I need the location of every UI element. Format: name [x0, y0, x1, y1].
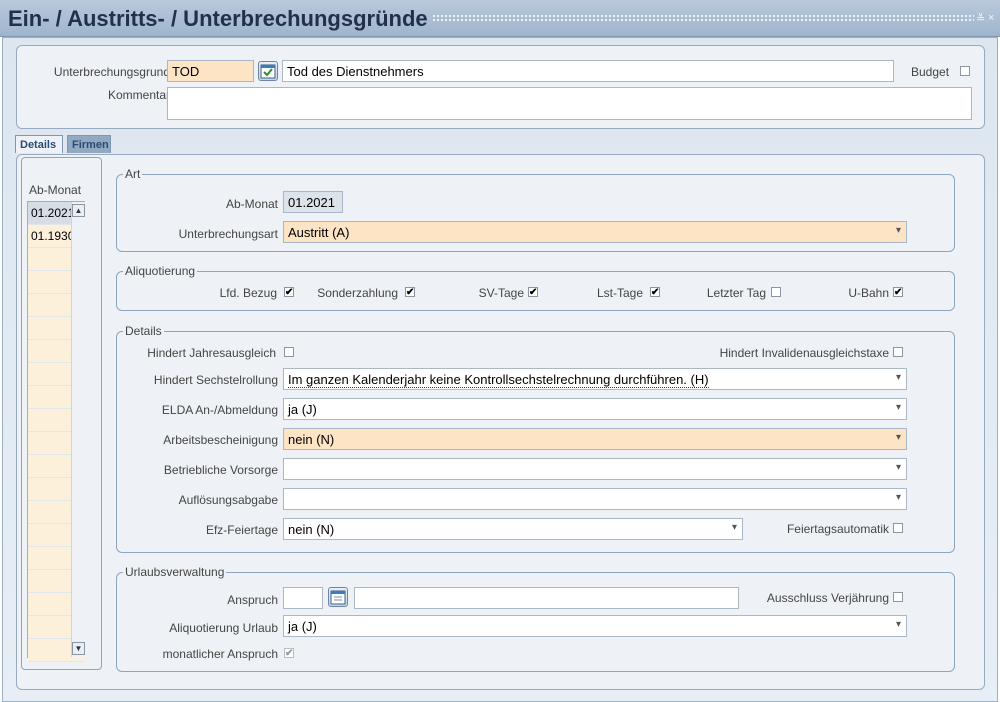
kommentar-field[interactable]	[167, 87, 972, 120]
aliquotierung-urlaub-label: Aliquotierung Urlaub	[169, 621, 278, 635]
letzter-tag-label: Letzter Tag	[706, 286, 766, 300]
anspruch-label: Anspruch	[227, 593, 278, 607]
sonderzahlung-checkbox[interactable]	[405, 287, 415, 297]
unterbrechungsgrund-label: Unterbrechungsgrund	[53, 65, 170, 79]
close-icon[interactable]: ×	[988, 12, 994, 24]
anspruch-field[interactable]	[283, 587, 323, 609]
month-list-panel: Ab-Monat 01.2021 01.1930 ▲ ▼	[21, 157, 102, 670]
lfd-bezug-checkbox[interactable]	[284, 287, 294, 297]
aliquotierung-legend: Aliquotierung	[123, 264, 198, 278]
u-bahn-label: U-Bahn	[848, 286, 889, 300]
art-legend: Art	[123, 167, 143, 181]
lst-tage-label: Lst-Tage	[596, 286, 643, 300]
hindert-invalidenausgleichstaxe-label: Hindert Invalidenausgleichstaxe	[719, 346, 889, 360]
calendar-icon	[330, 590, 346, 605]
aliquotierung-group: Aliquotierung Lfd. Bezug Sonderzahlung S…	[116, 264, 955, 311]
page-title: Ein- / Austritts- / Unterbrechungsgründe	[8, 6, 428, 31]
details-legend: Details	[123, 324, 164, 338]
window-body: Unterbrechungsgrund TOD Tod des Dienstne…	[2, 37, 998, 702]
lookup-button[interactable]	[258, 61, 278, 81]
sonderzahlung-label: Sonderzahlung	[317, 286, 398, 300]
unterbrechungsart-label: Unterbrechungsart	[178, 227, 278, 241]
aufloesungsabgabe-label: Auflösungsabgabe	[178, 493, 278, 507]
aufloesungsabgabe-select[interactable]	[283, 488, 907, 510]
lfd-bezug-label: Lfd. Bezug	[219, 286, 277, 300]
urlaubsverwaltung-legend: Urlaubsverwaltung	[123, 565, 227, 579]
calendar-button[interactable]	[328, 587, 348, 607]
hindert-jahresausgleich-checkbox[interactable]	[284, 347, 294, 357]
monatlicher-anspruch-label: monatlicher Anspruch	[162, 647, 278, 661]
arbeitsbescheinigung-select[interactable]: nein (N)	[283, 428, 907, 450]
efz-feiertage-select[interactable]: nein (N)	[283, 518, 743, 540]
betriebliche-vorsorge-label: Betriebliche Vorsorge	[163, 463, 278, 477]
elda-select[interactable]: ja (J)	[283, 398, 907, 420]
title-bar-grip[interactable]	[432, 14, 974, 22]
details-group: Details Hindert Jahresausgleich Hindert …	[116, 324, 955, 553]
art-group: Art Ab-Monat 01.2021 Unterbrechungsart A…	[116, 167, 955, 252]
month-list-header: Ab-Monat	[29, 183, 82, 197]
month-list-scrollbar[interactable]: ▲ ▼	[71, 202, 85, 657]
ab-monat-field: 01.2021	[283, 191, 343, 213]
anspruch-text-field[interactable]	[354, 587, 739, 609]
calendar-check-icon	[260, 64, 276, 79]
hindert-invalidenausgleichstaxe-checkbox[interactable]	[893, 347, 903, 357]
budget-label: Budget	[911, 65, 950, 79]
elda-label: ELDA An-/Abmeldung	[161, 403, 278, 417]
urlaubsverwaltung-group: Urlaubsverwaltung Anspruch Ausschluss Ve…	[116, 565, 955, 672]
month-list: 01.2021 01.1930 ▲ ▼	[27, 201, 85, 662]
hindert-sechstelrollung-select[interactable]: Im ganzen Kalenderjahr keine Kontrollsec…	[283, 368, 907, 390]
ab-monat-label: Ab-Monat	[225, 197, 278, 211]
hindert-jahresausgleich-label: Hindert Jahresausgleich	[147, 346, 276, 360]
scroll-up-icon[interactable]: ▲	[72, 204, 85, 217]
feiertagsautomatik-label: Feiertagsautomatik	[786, 522, 889, 536]
u-bahn-checkbox[interactable]	[893, 287, 903, 297]
details-panel: Ab-Monat 01.2021 01.1930 ▲ ▼ Art Ab-Monat…	[16, 154, 985, 690]
tab-firmen[interactable]: Firmen	[67, 135, 111, 153]
betriebliche-vorsorge-select[interactable]	[283, 458, 907, 480]
monatlicher-anspruch-checkbox	[284, 648, 294, 658]
sv-tage-checkbox[interactable]	[528, 287, 538, 297]
kommentar-label: Kommentar	[107, 88, 170, 102]
scroll-down-icon[interactable]: ▼	[72, 642, 85, 655]
lst-tage-checkbox[interactable]	[650, 287, 660, 297]
pin-icon[interactable]: ≚	[976, 12, 985, 25]
unterbrechungsgrund-code-field[interactable]: TOD	[167, 60, 254, 82]
tab-details[interactable]: Details	[15, 135, 63, 153]
letzter-tag-checkbox[interactable]	[771, 287, 781, 297]
sv-tage-label: SV-Tage	[478, 286, 524, 300]
hindert-sechstelrollung-label: Hindert Sechstelrollung	[153, 373, 278, 387]
unterbrechungsart-select[interactable]: Austritt (A)	[283, 221, 907, 243]
header-panel: Unterbrechungsgrund TOD Tod des Dienstne…	[16, 45, 985, 129]
aliquotierung-urlaub-select[interactable]: ja (J)	[283, 615, 907, 637]
unterbrechungsgrund-name-field[interactable]: Tod des Dienstnehmers	[282, 60, 894, 82]
feiertagsautomatik-checkbox[interactable]	[893, 523, 903, 533]
budget-checkbox[interactable]	[960, 66, 970, 76]
title-bar: Ein- / Austritts- / Unterbrechungsgründe…	[0, 0, 1000, 37]
arbeitsbescheinigung-label: Arbeitsbescheinigung	[163, 433, 278, 447]
ausschluss-verjaehrung-checkbox[interactable]	[893, 592, 903, 602]
efz-feiertage-label: Efz-Feiertage	[205, 523, 278, 537]
ausschluss-verjaehrung-label: Ausschluss Verjährung	[766, 591, 889, 605]
